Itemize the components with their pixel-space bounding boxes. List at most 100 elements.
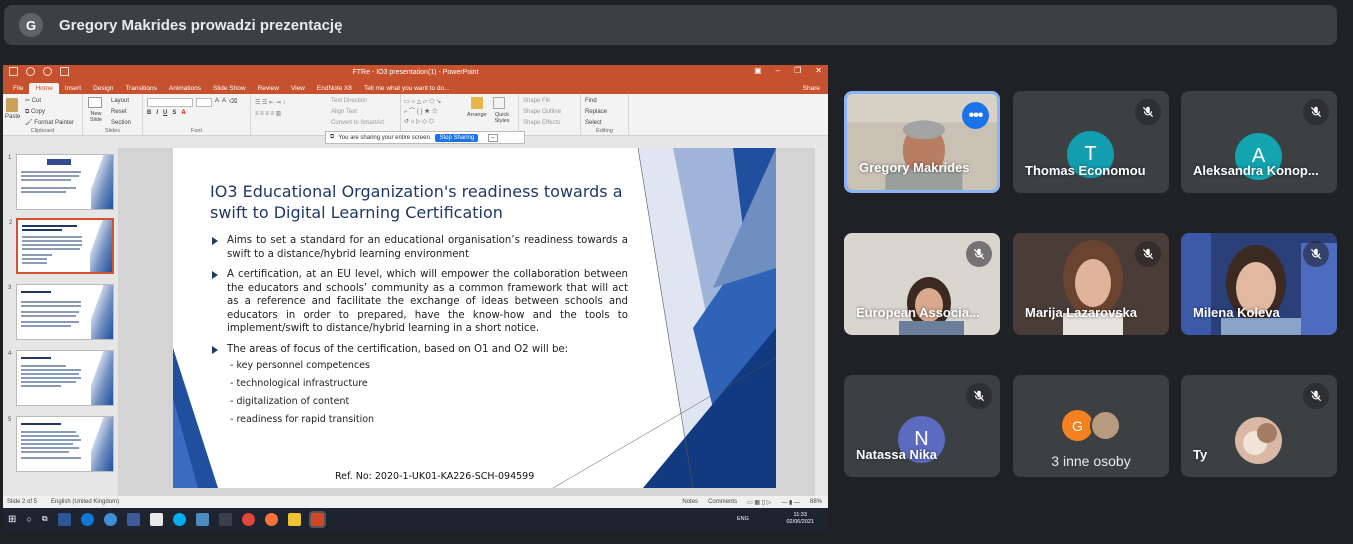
mic-off-icon bbox=[966, 383, 992, 409]
cut-label: Cut bbox=[31, 98, 42, 104]
shapes-gallery[interactable]: ▭ ○ △ ▱ ⬠ ↘ ⌐ ⌒ { } ★ ☆ ↺ ⌂ ▷ ◇ ⬡ bbox=[404, 97, 468, 127]
tab-review[interactable]: Review bbox=[252, 83, 285, 94]
system-tray: ENG 11:33 02/06/2021 bbox=[737, 512, 828, 526]
bold-icon[interactable]: B bbox=[147, 110, 151, 116]
convert-smartart-button[interactable]: Convert to SmartArt bbox=[331, 118, 384, 129]
participant-tile-marija[interactable]: Marija Lazarovska bbox=[1013, 233, 1169, 335]
slide-thumbnail[interactable]: 3 bbox=[8, 284, 114, 340]
slides-group: New Slide Layout Reset Section Slides bbox=[83, 94, 143, 135]
tab-endnote[interactable]: EndNote X8 bbox=[311, 83, 358, 94]
notes-button[interactable]: Notes bbox=[682, 499, 698, 506]
file-icon[interactable] bbox=[149, 512, 163, 526]
slide-title[interactable]: IO3 Educational Organization's readiness… bbox=[210, 181, 640, 223]
undo-icon[interactable] bbox=[26, 67, 35, 76]
participant-tile-milena[interactable]: Milena Koleva bbox=[1181, 233, 1337, 335]
participant-tile-gregory[interactable]: ••• Gregory Makrides bbox=[844, 91, 1000, 193]
font-color-icon[interactable]: A bbox=[181, 110, 185, 116]
replace-button[interactable]: Replace bbox=[585, 107, 624, 118]
underline-icon[interactable]: U bbox=[163, 110, 167, 116]
app-icon[interactable] bbox=[126, 512, 140, 526]
language-indicator[interactable]: English (United Kingdom) bbox=[51, 499, 119, 505]
participant-tile-self[interactable]: Ty bbox=[1181, 375, 1337, 477]
present-icon[interactable] bbox=[60, 67, 69, 76]
tab-transitions[interactable]: Transitions bbox=[119, 83, 163, 94]
shape-outline-button[interactable]: Shape Outline bbox=[523, 107, 576, 118]
minimize-icon[interactable]: – bbox=[776, 66, 780, 75]
copy-button[interactable]: ⧉ Copy bbox=[25, 107, 74, 118]
browser-icon[interactable] bbox=[103, 512, 117, 526]
participant-tile-natassa[interactable]: N Natassa Nika bbox=[844, 375, 1000, 477]
tab-slideshow[interactable]: Slide Show bbox=[207, 83, 252, 94]
save-icon[interactable] bbox=[9, 67, 18, 76]
italic-icon[interactable]: I bbox=[156, 110, 158, 116]
tab-animations[interactable]: Animations bbox=[163, 83, 207, 94]
tab-home[interactable]: Home bbox=[29, 83, 59, 94]
font-size-input[interactable] bbox=[196, 98, 212, 107]
grow-font-icon[interactable]: A bbox=[215, 98, 219, 107]
slide-thumbnail[interactable]: 1 bbox=[8, 154, 114, 210]
new-slide-button[interactable]: New Slide bbox=[85, 111, 107, 123]
tab-design[interactable]: Design bbox=[87, 83, 119, 94]
tab-insert[interactable]: Insert bbox=[59, 83, 87, 94]
view-buttons[interactable]: ▭ ▦ ▯ ▷ bbox=[747, 499, 771, 506]
align-text-button[interactable]: Align Text bbox=[331, 107, 384, 118]
mic-off-icon bbox=[1303, 383, 1329, 409]
text-direction-button[interactable]: Text Direction bbox=[331, 96, 384, 107]
tab-view[interactable]: View bbox=[285, 83, 311, 94]
layout-button[interactable]: Layout bbox=[111, 96, 131, 107]
taskbar-date: 02/06/2021 bbox=[786, 519, 814, 525]
shape-effects-button[interactable]: Shape Effects bbox=[523, 118, 576, 129]
font-name-input[interactable] bbox=[147, 98, 193, 107]
quick-styles-button[interactable]: Quick Styles bbox=[489, 112, 515, 124]
mic-off-icon bbox=[1303, 241, 1329, 267]
reset-button[interactable]: Reset bbox=[111, 107, 131, 118]
skype-icon[interactable] bbox=[172, 512, 186, 526]
shape-fill-button[interactable]: Shape Fill bbox=[523, 96, 576, 107]
windows-start-icon[interactable]: ⊞ bbox=[8, 514, 16, 525]
cut-button[interactable]: ✂ Cut bbox=[25, 96, 74, 107]
participant-tile-aleksandra[interactable]: A Aleksandra Konop... bbox=[1181, 91, 1337, 193]
firefox-icon[interactable] bbox=[264, 512, 278, 526]
slide-bullets[interactable]: Aims to set a standard for an educationa… bbox=[210, 234, 628, 363]
shrink-font-icon[interactable]: A bbox=[222, 98, 226, 107]
clipboard-label: Clipboard bbox=[30, 128, 55, 134]
find-button[interactable]: Find bbox=[585, 96, 624, 107]
task-view-icon[interactable]: ⧉ bbox=[42, 514, 48, 524]
participant-tile-others[interactable]: G 3 inne osoby bbox=[1013, 375, 1169, 477]
more-options-icon[interactable]: ••• bbox=[962, 102, 989, 129]
edge-icon[interactable] bbox=[80, 512, 94, 526]
paste-button[interactable]: Paste bbox=[5, 114, 20, 120]
strike-icon[interactable]: S bbox=[172, 110, 176, 116]
comments-button[interactable]: Comments bbox=[708, 499, 737, 506]
maximize-icon[interactable]: ❐ bbox=[794, 66, 801, 75]
app-icon[interactable] bbox=[218, 512, 232, 526]
slide-thumbnail[interactable]: 4 bbox=[8, 350, 114, 406]
close-icon[interactable]: ✕ bbox=[815, 66, 822, 75]
participant-name: Ty bbox=[1193, 447, 1208, 462]
slide-thumbnail-selected[interactable]: 2 bbox=[9, 218, 114, 274]
tab-file[interactable]: File bbox=[7, 83, 29, 94]
zoom-slider[interactable]: — ▮ — bbox=[781, 499, 800, 506]
app-icon[interactable] bbox=[195, 512, 209, 526]
redo-icon[interactable] bbox=[43, 67, 52, 76]
file-explorer-icon[interactable] bbox=[287, 512, 301, 526]
participant-tile-thomas[interactable]: T Thomas Economou bbox=[1013, 91, 1169, 193]
paste-icon bbox=[6, 98, 18, 112]
search-icon[interactable]: ○ bbox=[26, 514, 31, 524]
shared-screen-powerpoint: FTRe - IO3 presentation(1) - PowerPoint … bbox=[3, 65, 828, 530]
powerpoint-icon[interactable] bbox=[308, 510, 326, 528]
slide-thumbnail[interactable]: 5 bbox=[8, 416, 114, 472]
stop-sharing-button[interactable]: Stop Sharing bbox=[435, 133, 479, 142]
chrome-icon[interactable] bbox=[241, 512, 255, 526]
taskbar-lang[interactable]: ENG bbox=[737, 516, 749, 523]
ribbon-display-icon[interactable]: ▣ bbox=[754, 66, 762, 75]
share-button[interactable]: Share bbox=[797, 83, 828, 94]
clear-format-icon[interactable]: ⌫ bbox=[229, 98, 237, 107]
tell-me-search[interactable]: Tell me what you want to do... bbox=[358, 83, 456, 94]
hide-notice-icon[interactable]: – bbox=[488, 133, 498, 142]
word-icon[interactable] bbox=[57, 512, 71, 526]
participant-tile-european[interactable]: European Associa... bbox=[844, 233, 1000, 335]
arrange-button[interactable]: Arrange bbox=[467, 112, 487, 118]
slide-scrollbar[interactable] bbox=[815, 148, 823, 496]
zoom-level[interactable]: 88% bbox=[810, 499, 822, 506]
